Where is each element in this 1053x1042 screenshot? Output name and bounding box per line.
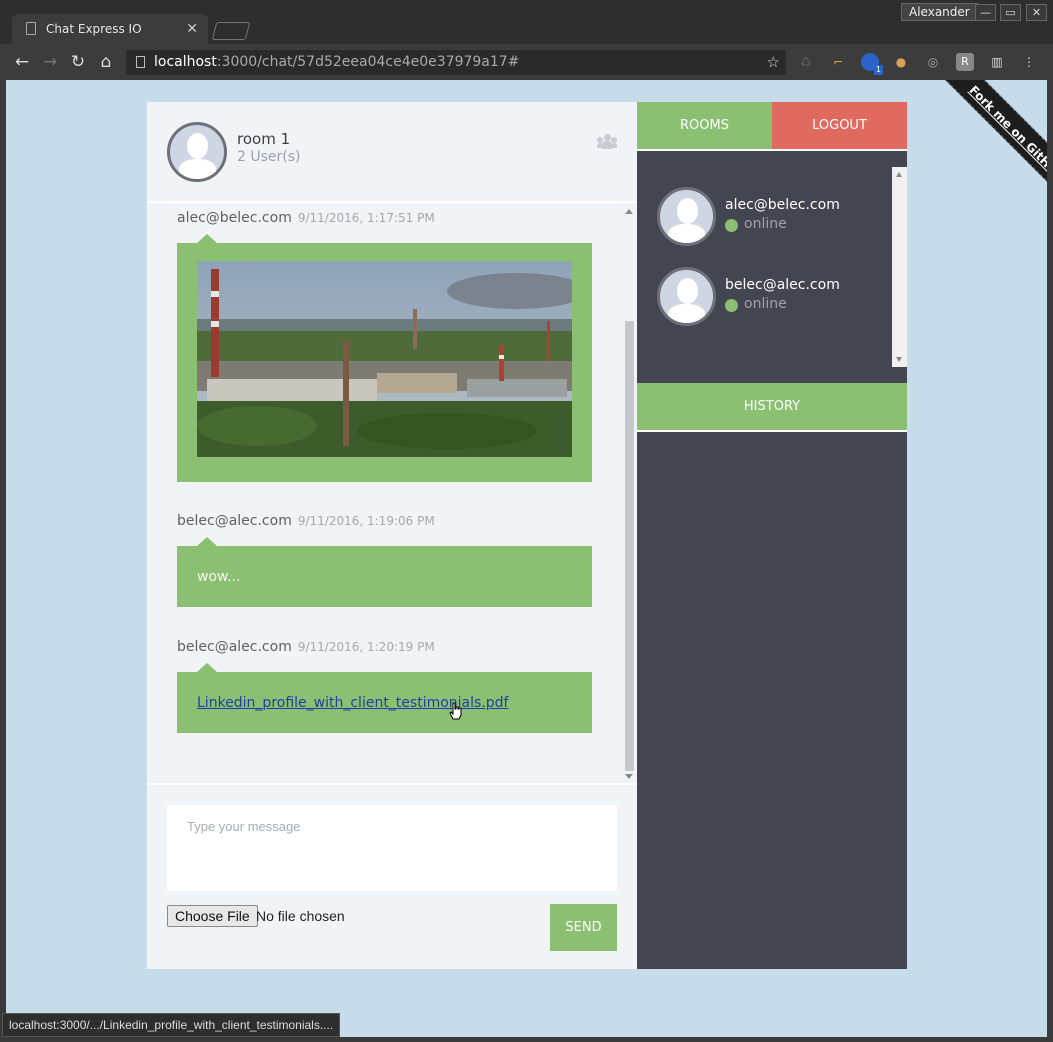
tab-title: Chat Express IO bbox=[46, 22, 142, 36]
minimize-button[interactable]: — bbox=[975, 4, 996, 21]
user-status: online bbox=[725, 216, 787, 232]
users-icon[interactable] bbox=[597, 134, 617, 150]
chat-header: room 1 2 User(s) bbox=[147, 102, 637, 203]
status-bar: localhost:3000/.../Linkedin_profile_with… bbox=[2, 1013, 341, 1037]
message-meta: alec@belec.com 9/11/2016, 1:17:51 PM bbox=[177, 210, 435, 226]
composer: Choose File No file chosen SEND bbox=[147, 783, 637, 969]
page-icon bbox=[26, 22, 36, 35]
avatar-head bbox=[677, 198, 698, 224]
browser-window: Chat Express IO ✕ Alexander — ▭ ✕ ← → ↻ … bbox=[0, 0, 1053, 1042]
scroll-down-icon[interactable] bbox=[625, 774, 633, 779]
choose-file-button[interactable]: Choose File bbox=[167, 905, 258, 927]
message-author: alec@belec.com bbox=[177, 210, 292, 226]
message-text: wow... bbox=[197, 569, 241, 585]
avatar-head bbox=[677, 278, 698, 304]
scroll-up-icon[interactable] bbox=[625, 209, 633, 214]
page-viewport: room 1 2 User(s) alec@belec.com 9/11/2016… bbox=[6, 80, 1047, 1037]
message-time: 9/11/2016, 1:20:19 PM bbox=[297, 640, 435, 654]
maximize-button[interactable]: ▭ bbox=[1000, 4, 1021, 21]
browser-toolbar: ← → ↻ ⌂ localhost:3000/chat/57d52eea04ce… bbox=[0, 44, 1053, 80]
user-avatar bbox=[657, 187, 716, 246]
address-bar[interactable]: localhost:3000/chat/57d52eea04ce4e0e3797… bbox=[126, 50, 786, 75]
reload-icon[interactable]: ↻ bbox=[68, 52, 88, 72]
menu-icon[interactable]: ⋮ bbox=[1020, 53, 1038, 71]
message-bubble bbox=[177, 234, 592, 482]
room-user-count: 2 User(s) bbox=[237, 149, 301, 165]
message-meta: belec@alec.com 9/11/2016, 1:20:19 PM bbox=[177, 639, 435, 655]
message-bubble: Linkedin_profile_with_client_testimonial… bbox=[177, 663, 592, 733]
online-dot-icon bbox=[725, 299, 738, 312]
user-list[interactable]: alec@belec.com online belec@alec.com onl… bbox=[637, 167, 907, 367]
user-item[interactable]: belec@alec.com online bbox=[657, 267, 887, 327]
r-extension-icon[interactable]: R bbox=[956, 53, 974, 71]
divider bbox=[637, 149, 907, 151]
profile-button[interactable]: Alexander bbox=[901, 3, 978, 21]
recycle-extension-icon[interactable]: ♺ bbox=[797, 53, 815, 71]
message-input[interactable] bbox=[167, 805, 617, 891]
avatar-body bbox=[179, 159, 216, 179]
online-dot-icon bbox=[725, 219, 738, 232]
pin-extension-icon[interactable]: ⌐ bbox=[829, 53, 847, 71]
user-item[interactable]: alec@belec.com online bbox=[657, 187, 887, 247]
history-button[interactable]: HISTORY bbox=[637, 383, 907, 430]
message-time: 9/11/2016, 1:17:51 PM bbox=[297, 211, 435, 225]
message-author: belec@alec.com bbox=[177, 639, 292, 655]
scroll-down-icon[interactable] bbox=[896, 357, 902, 362]
search-extension-icon[interactable]: 1 bbox=[861, 53, 883, 75]
forward-icon[interactable]: → bbox=[40, 52, 60, 72]
close-window-button[interactable]: ✕ bbox=[1026, 4, 1047, 21]
github-ribbon[interactable]: Fork me on GitHub bbox=[936, 80, 1047, 213]
rooms-button[interactable]: ROOMS bbox=[637, 102, 772, 149]
user-email: belec@alec.com bbox=[725, 277, 840, 293]
home-icon[interactable]: ⌂ bbox=[96, 52, 116, 72]
shared-image[interactable] bbox=[197, 261, 572, 457]
divider bbox=[637, 430, 907, 432]
message-bubble: wow... bbox=[177, 537, 592, 607]
logout-button[interactable]: LOGOUT bbox=[772, 102, 907, 149]
room-name: room 1 bbox=[237, 130, 291, 148]
tab-close-icon[interactable]: ✕ bbox=[186, 14, 198, 44]
avatar-body bbox=[668, 224, 705, 243]
user-list-scrollbar[interactable] bbox=[892, 167, 907, 367]
chat-panel: room 1 2 User(s) alec@belec.com 9/11/2016… bbox=[147, 102, 637, 969]
chrome-extension-icon[interactable]: ◎ bbox=[924, 53, 942, 71]
url-path: :3000/chat/57d52eea04ce4e0e37979a17# bbox=[216, 54, 520, 70]
factory-photo bbox=[197, 261, 572, 457]
layout-extension-icon[interactable]: ▥ bbox=[988, 53, 1006, 71]
github-ribbon-wrap: Fork me on GitHub bbox=[907, 80, 1047, 220]
cookie-extension-icon[interactable]: ● bbox=[892, 53, 910, 71]
avatar-head bbox=[187, 133, 208, 159]
message-author: belec@alec.com bbox=[177, 513, 292, 529]
message-scrollbar[interactable] bbox=[624, 205, 635, 783]
user-status-text: online bbox=[744, 216, 787, 232]
scroll-thumb[interactable] bbox=[625, 321, 634, 771]
scroll-up-icon[interactable] bbox=[896, 172, 902, 177]
file-status: No file chosen bbox=[256, 908, 345, 924]
user-status-text: online bbox=[744, 296, 787, 312]
title-bar: Chat Express IO ✕ Alexander — ▭ ✕ bbox=[0, 0, 1053, 44]
sidebar: ROOMS LOGOUT alec@belec.com online belec… bbox=[637, 102, 907, 969]
bookmark-star-icon[interactable]: ☆ bbox=[767, 50, 780, 75]
message-meta: belec@alec.com 9/11/2016, 1:19:06 PM bbox=[177, 513, 435, 529]
user-email: alec@belec.com bbox=[725, 197, 840, 213]
message-time: 9/11/2016, 1:19:06 PM bbox=[297, 514, 435, 528]
browser-tab[interactable]: Chat Express IO ✕ bbox=[12, 14, 208, 44]
room-avatar bbox=[167, 122, 227, 182]
back-icon[interactable]: ← bbox=[12, 52, 32, 72]
user-status: online bbox=[725, 296, 787, 312]
page-info-icon[interactable] bbox=[136, 56, 145, 68]
user-avatar bbox=[657, 267, 716, 326]
new-tab-button[interactable] bbox=[211, 22, 251, 40]
message-list[interactable]: alec@belec.com 9/11/2016, 1:17:51 PM bel… bbox=[147, 205, 637, 783]
send-button[interactable]: SEND bbox=[550, 904, 617, 951]
extension-badge: 1 bbox=[873, 65, 883, 75]
hand-cursor-icon bbox=[449, 702, 462, 720]
url-host: localhost bbox=[154, 54, 217, 70]
avatar-body bbox=[668, 304, 705, 323]
